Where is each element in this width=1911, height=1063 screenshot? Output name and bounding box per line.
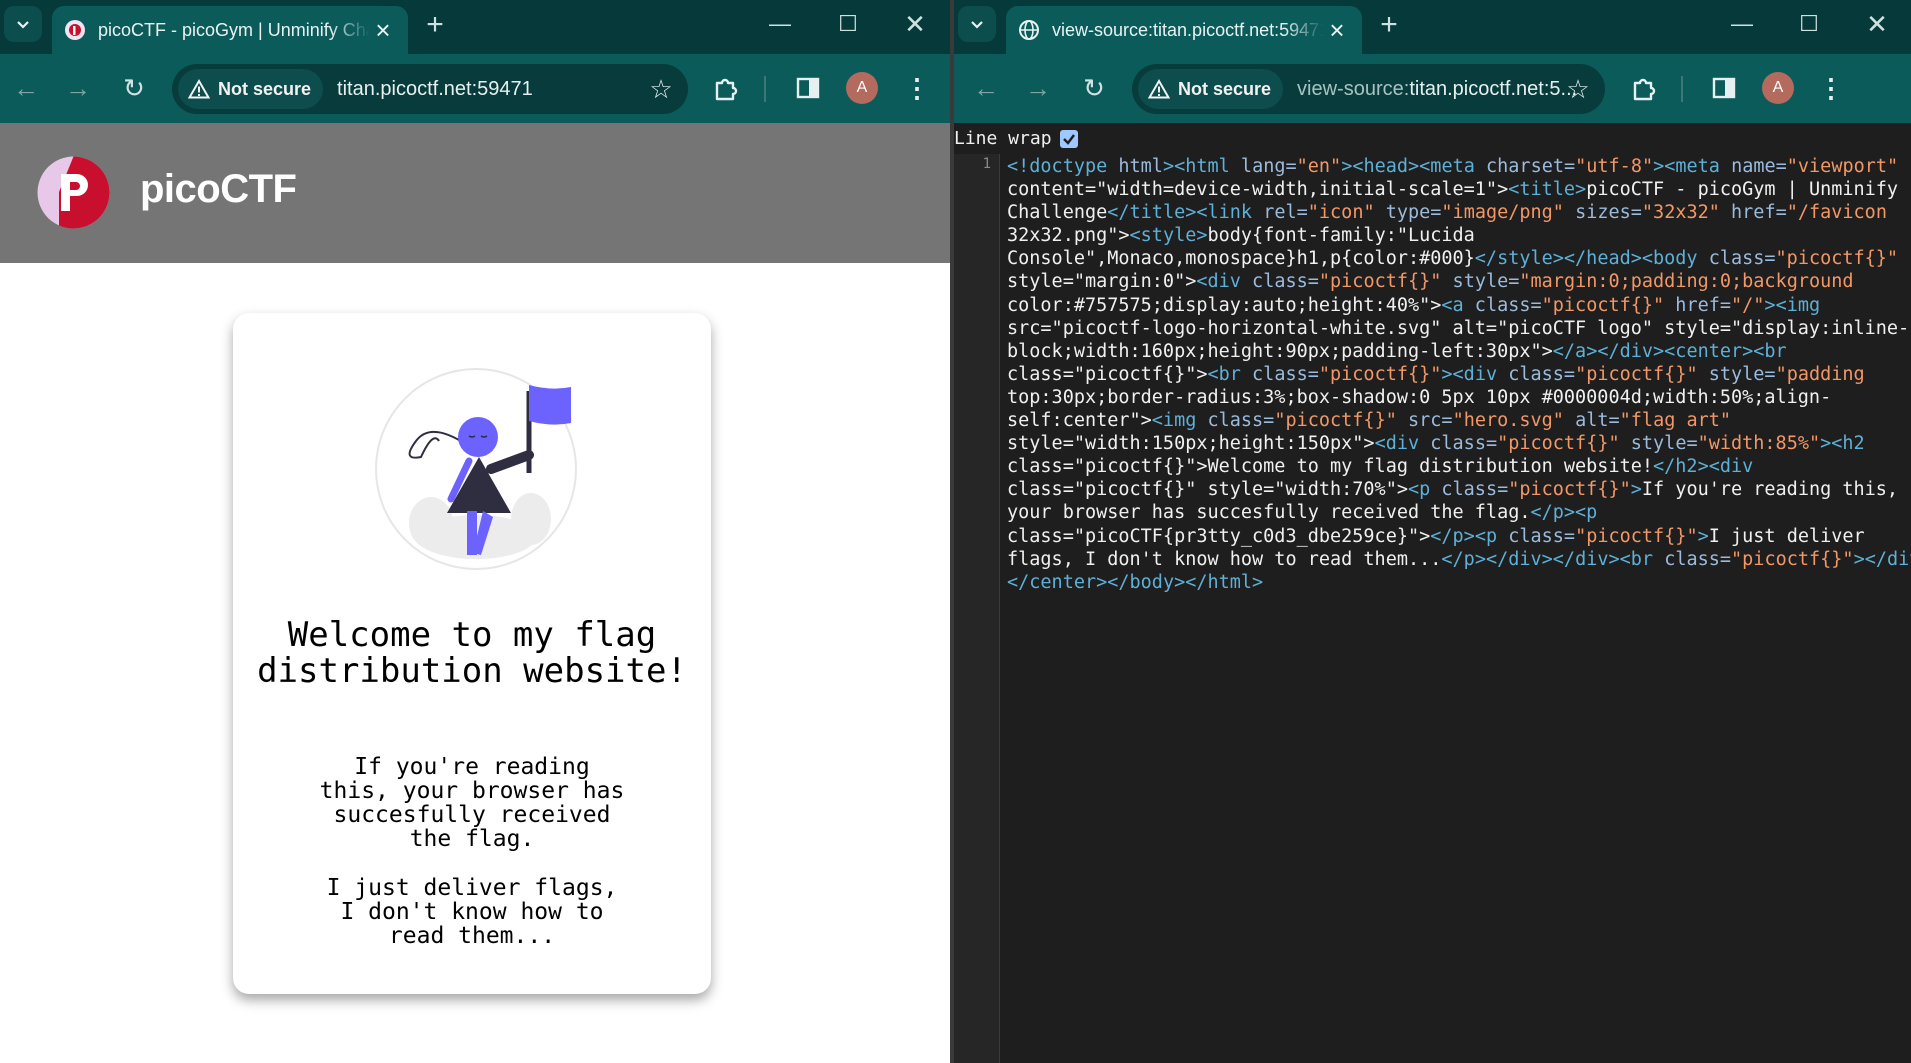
checkmark-icon [1062, 133, 1075, 145]
forward-icon[interactable]: → [58, 68, 98, 108]
security-label: Not secure [1178, 78, 1272, 99]
close-tab-icon[interactable]: × [1324, 15, 1350, 45]
browser-toolbar: ← → ↻ Not secure view-source:titan.picoc… [954, 54, 1911, 123]
source-line: style="margin:0"><div class="picoctf{}" … [1007, 271, 1854, 293]
warning-icon [188, 79, 210, 99]
profile-avatar[interactable]: A [1762, 72, 1794, 104]
chevron-down-icon [971, 21, 983, 29]
line-wrap-checkbox[interactable] [1059, 129, 1078, 148]
tab-title: view-source:titan.picoctf.net:59471 [1052, 19, 1324, 40]
line-wrap-label: Line wrap [954, 128, 1052, 149]
warning-icon [1148, 79, 1170, 99]
close-window-button[interactable]: ✕ [1847, 6, 1907, 42]
source-line: color:#757575;display:auto;height:40%"><… [1007, 294, 1821, 316]
browser-toolbar: ← → ↻ Not secure titan.picoctf.net:59471… [0, 54, 950, 123]
tab-active[interactable]: view-source:titan.picoctf.net:59471 × [1006, 6, 1362, 54]
source-line: 32x32.png"><style>body{font-family:"Luci… [1007, 225, 1475, 247]
favicon-icon [65, 20, 85, 40]
security-chip[interactable]: Not secure [1138, 69, 1284, 109]
url-host: titan.picoctf.net:5... [1409, 77, 1578, 100]
minimize-button[interactable]: — [1712, 6, 1772, 42]
source-code: <!doctype html><html lang="en"><head><me… [1007, 155, 1911, 594]
source-line: top:30px;border-radius:3%;box-shadow:0 5… [1007, 386, 1832, 408]
page-heading: Welcome to my flag distribution website! [257, 615, 687, 691]
extensions-icon[interactable] [708, 70, 744, 106]
source-line: class="picoctf{}" style="width:70%"><p c… [1007, 479, 1899, 501]
more-icon[interactable]: ⋮ [902, 70, 932, 106]
chevron-down-icon [17, 21, 29, 29]
new-tab-button[interactable]: + [418, 8, 452, 42]
intro-paragraph: If you're reading this, your browser has… [319, 754, 625, 852]
reload-icon[interactable]: ↻ [114, 68, 154, 108]
security-label: Not secure [218, 78, 312, 99]
minimize-button[interactable]: — [750, 6, 810, 42]
toolbar-separator [1681, 76, 1683, 102]
more-icon[interactable]: ⋮ [1816, 70, 1846, 106]
logo-text: picoCTF [140, 167, 297, 211]
source-line: flags, I don't know how to read them...<… [1007, 548, 1911, 570]
star-icon[interactable]: ☆ [644, 72, 678, 106]
source-line: block;width:160px;height:90px;padding-le… [1007, 340, 1787, 362]
globe-icon [1019, 20, 1039, 40]
profile-avatar[interactable]: A [846, 72, 878, 104]
toolbar-separator [764, 76, 766, 102]
reload-icon[interactable]: ↻ [1074, 68, 1114, 108]
web-page: picoCTF Welcome to my flag distribution … [0, 123, 950, 1063]
tab-title: picoCTF - picoGym | Unminify Challenge [98, 19, 370, 40]
new-tab-button[interactable]: + [1372, 8, 1406, 42]
source-line: your browser has succesfully received th… [1007, 502, 1598, 524]
maximize-button[interactable]: ☐ [1779, 6, 1839, 42]
star-icon[interactable]: ☆ [1561, 72, 1595, 106]
source-line: class="picoctf{}"><br class="picoctf{}">… [1007, 363, 1865, 385]
left-browser-window: picoCTF - picoGym | Unminify Challenge ×… [0, 0, 950, 1063]
source-line: </center></body></html> [1007, 571, 1264, 593]
source-line: Console",Monaco,monospace}h1,p{color:#00… [1007, 248, 1899, 270]
back-icon[interactable]: ← [966, 68, 1006, 108]
forward-icon[interactable]: → [1018, 68, 1058, 108]
line-wrap-bar: Line wrap [954, 123, 1911, 154]
header-banner: picoCTF [0, 123, 950, 263]
sidepanel-icon[interactable] [790, 70, 826, 106]
right-browser-window: view-source:titan.picoctf.net:59471 × + … [954, 0, 1911, 1063]
tab-search-button[interactable] [958, 6, 996, 42]
flag-art-image [375, 368, 577, 570]
content-card: Welcome to my flag distribution website!… [233, 313, 711, 994]
source-line: self:center"><img class="picoctf{}" src=… [1007, 410, 1732, 432]
line-number: 1 [982, 156, 991, 172]
tab-strip: view-source:titan.picoctf.net:59471 × + … [954, 0, 1911, 54]
picoctf-logo-icon[interactable] [37, 156, 110, 229]
url-prefix: view-source: [1297, 77, 1410, 100]
security-chip[interactable]: Not secure [178, 69, 324, 109]
close-tab-icon[interactable]: × [370, 15, 396, 45]
source-line: style="width:150px;height:150px"><div cl… [1007, 433, 1865, 455]
source-line: <!doctype html><html lang="en"><head><me… [1007, 156, 1899, 177]
delivery-paragraph: I just deliver flags, I don't know how t… [326, 875, 618, 949]
close-window-button[interactable]: ✕ [885, 6, 945, 42]
source-line: Challenge</title><link rel="icon" type="… [1007, 202, 1887, 224]
source-line: class="picoctf{}">Welcome to my flag dis… [1007, 456, 1754, 478]
source-line: class="picoCTF{pr3tty_c0d3_dbe259ce}"></… [1007, 525, 1865, 547]
source-line: src="picoctf-logo-horizontal-white.svg" … [1007, 317, 1910, 339]
url-text: titan.picoctf.net:59471 [337, 77, 533, 100]
url-text: view-source:titan.picoctf.net:5... [1297, 78, 1577, 101]
tab-active[interactable]: picoCTF - picoGym | Unminify Challenge × [52, 6, 408, 54]
address-bar[interactable]: Not secure titan.picoctf.net:59471 ☆ [172, 64, 688, 114]
sidepanel-icon[interactable] [1706, 70, 1742, 106]
source-line: content="width=device-width,initial-scal… [1007, 179, 1899, 201]
extensions-icon[interactable] [1626, 70, 1662, 106]
line-number-gutter: 1 [954, 154, 1000, 1063]
tab-strip: picoCTF - picoGym | Unminify Challenge ×… [0, 0, 950, 54]
address-bar[interactable]: Not secure view-source:titan.picoctf.net… [1132, 64, 1605, 114]
maximize-button[interactable]: ☐ [818, 6, 878, 42]
tab-search-button[interactable] [4, 6, 42, 42]
back-icon[interactable]: ← [6, 68, 46, 108]
